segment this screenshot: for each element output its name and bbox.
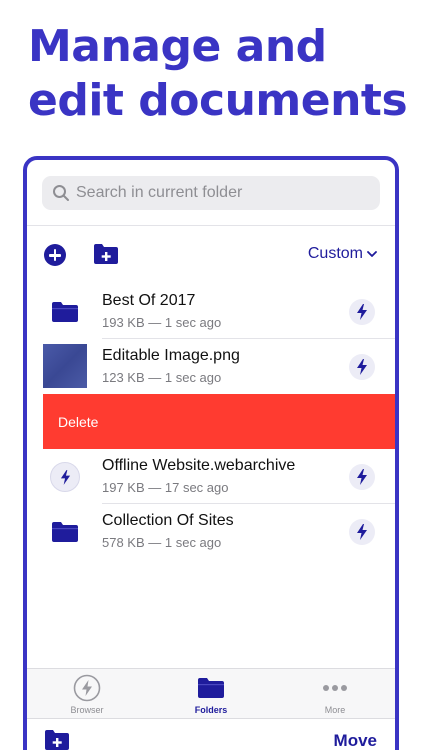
sort-dropdown[interactable]: Custom <box>308 245 377 263</box>
more-icon <box>320 673 350 703</box>
folder-icon <box>196 673 226 703</box>
search-area: Search in current folder <box>27 160 395 226</box>
new-folder-icon[interactable] <box>93 243 119 265</box>
bottom-action-bar: Move <box>27 718 395 750</box>
sort-label: Custom <box>307 245 363 262</box>
list-item[interactable]: Collection Of Sites 578 KB — 1 sec ago <box>27 504 395 559</box>
file-name: Best Of 2017 <box>102 292 196 309</box>
tab-label: Browser <box>70 705 104 715</box>
new-folder-icon[interactable] <box>44 729 70 750</box>
file-list: Best Of 2017 193 KB — 1 sec ago Editable… <box>27 284 395 559</box>
tab-folders[interactable]: Folders <box>161 673 261 715</box>
bolt-icon[interactable] <box>349 354 375 380</box>
delete-label: Delete <box>58 413 99 430</box>
file-name: Collection Of Sites <box>102 512 234 529</box>
folder-icon <box>49 516 81 548</box>
tab-label: Folders <box>194 705 228 715</box>
search-input[interactable]: Search in current folder <box>42 176 380 210</box>
list-item[interactable]: Editable Image.png 123 KB — 1 sec ago <box>27 339 395 394</box>
app-screen: Search in current folder Custom Best Of … <box>23 156 399 750</box>
search-placeholder: Search in current folder <box>76 184 243 201</box>
file-meta: 123 KB — 1 sec ago <box>102 370 222 385</box>
delete-button[interactable]: Delete <box>43 394 395 449</box>
tab-label: More <box>324 705 346 715</box>
file-name: Offline Website.webarchive <box>102 457 296 474</box>
list-item[interactable]: Offline Website.webarchive 197 KB — 17 s… <box>27 449 395 504</box>
bolt-icon[interactable] <box>349 519 375 545</box>
file-name: Editable Image.png <box>102 347 240 364</box>
bolt-icon[interactable] <box>349 464 375 490</box>
bolt-icon <box>50 462 80 492</box>
file-toolbar: Custom <box>27 226 395 284</box>
tab-more[interactable]: More <box>285 673 385 715</box>
chevron-down-icon <box>367 250 377 257</box>
headline: Manage and edit documents <box>28 21 408 126</box>
bolt-icon[interactable] <box>349 299 375 325</box>
file-meta: 578 KB — 1 sec ago <box>102 535 222 550</box>
folder-icon <box>49 296 81 328</box>
tab-browser[interactable]: Browser <box>37 673 137 715</box>
list-item[interactable]: Best Of 2017 193 KB — 1 sec ago <box>27 284 395 339</box>
swipe-action-row: Delete <box>27 394 395 449</box>
bolt-icon <box>72 673 102 703</box>
tab-bar: Browser Folders More <box>27 668 395 718</box>
webarchive-icon <box>49 461 81 493</box>
move-button[interactable]: Move <box>334 731 377 750</box>
image-thumbnail <box>43 344 87 388</box>
file-meta: 193 KB — 1 sec ago <box>102 315 222 330</box>
file-meta: 197 KB — 17 sec ago <box>102 480 229 495</box>
add-icon[interactable] <box>44 244 66 266</box>
search-icon <box>53 185 69 201</box>
